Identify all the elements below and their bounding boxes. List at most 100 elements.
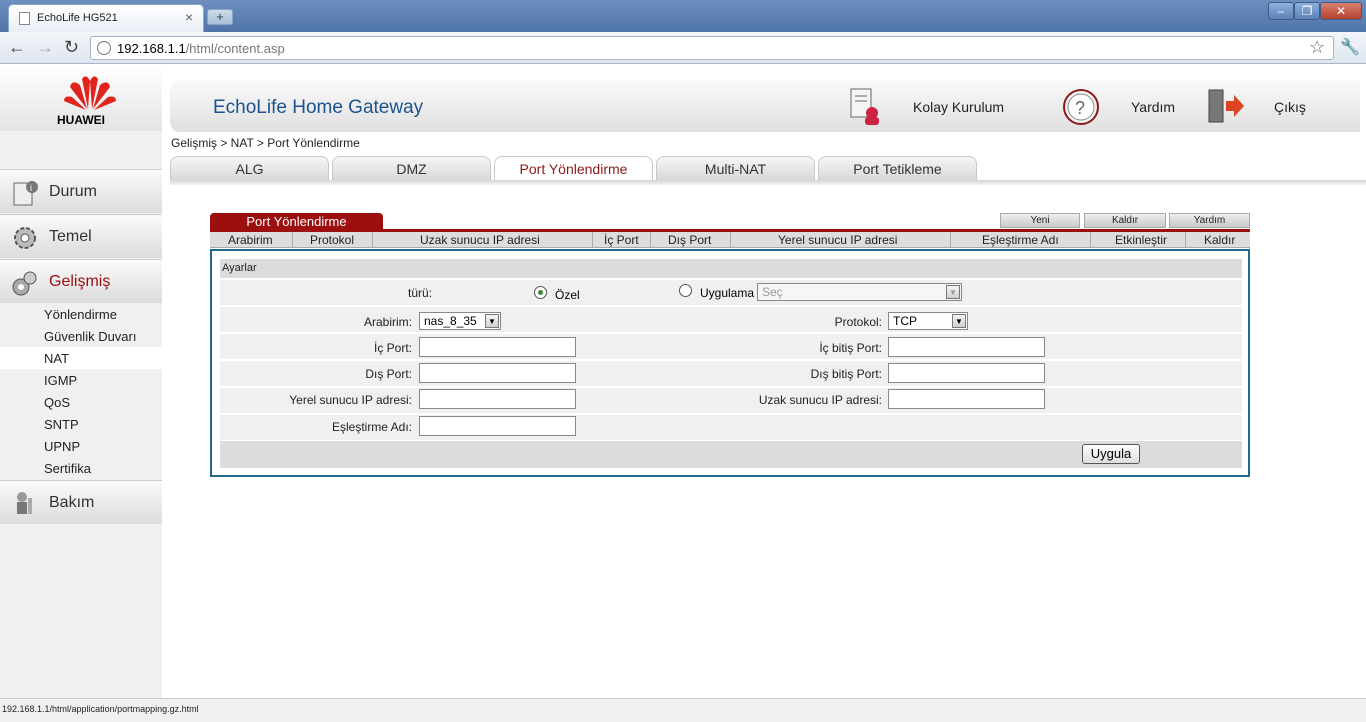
nav-gelismis[interactable]: Gelişmiş [0,259,162,303]
globe-icon [97,41,111,55]
status-doc-icon: i [13,181,38,206]
sub-nat[interactable]: NAT [44,351,69,366]
tab-close-icon[interactable]: × [185,9,193,25]
svg-text:i: i [30,183,32,193]
custom-radio-label: Özel [555,288,580,302]
logout-link[interactable]: Çıkış [1274,99,1306,115]
interface-select-value: nas_8_35 [424,314,477,328]
sub-yonlendirme[interactable]: Yönlendirme [44,307,117,322]
minimize-button[interactable]: – [1268,2,1294,20]
protocol-select-value: TCP [893,314,917,328]
outer-port-input[interactable] [419,363,576,383]
url-text: 192.168.1.1/html/content.asp [117,41,285,56]
logout-door-icon[interactable] [1206,88,1246,124]
application-select[interactable]: Seç ▼ [757,283,962,301]
tab-port-tetikleme[interactable]: Port Tetikleme [818,156,977,180]
nav-durum-label: Durum [49,183,98,200]
remote-ip-input[interactable] [888,389,1045,409]
forward-icon[interactable]: → [36,37,54,58]
browser-toolbar: ← → ↻ 192.168.1.1/html/content.asp ☆ 🔧 [0,32,1366,64]
help-link[interactable]: Yardım [1131,99,1175,115]
window-close-button[interactable]: ✕ [1320,2,1362,20]
col-separator [592,232,593,248]
remove-button[interactable]: Kaldır [1084,213,1166,228]
huawei-petals-icon [64,76,116,110]
protocol-label: Protokol: [834,315,882,329]
inner-end-port-input[interactable] [888,337,1045,357]
col-separator [292,232,293,248]
type-label: türü: [407,286,432,300]
new-tab-button[interactable]: + [207,9,233,25]
breadcrumb: Gelişmiş > NAT > Port Yönlendirme [171,136,360,150]
help-button[interactable]: Yardım [1169,213,1250,228]
maintenance-icon [17,492,32,514]
nav-bakim[interactable]: Bakım [0,480,162,524]
outer-port-row: Dış Port: Dış bitiş Port: [220,361,1242,387]
interface-select[interactable]: nas_8_35 ▼ [419,312,501,330]
tab-alg[interactable]: ALG [170,156,329,180]
col-dis-port: Dış Port [668,233,712,247]
col-eslestirme: Eşleştirme Adı [982,233,1059,247]
local-ip-label: Yerel sunucu IP adresi: [289,393,412,407]
sub-guvenlik-duvari[interactable]: Güvenlik Duvarı [44,329,136,344]
application-radio[interactable] [679,284,692,297]
svg-text:?: ? [1075,98,1085,118]
section-title: Port Yönlendirme [210,213,383,230]
chevron-down-icon: ▼ [946,285,960,299]
nav-temel-label: Temel [49,228,92,245]
address-bar[interactable]: 192.168.1.1/html/content.asp ☆ [90,36,1334,60]
page-title: EchoLife Home Gateway [213,97,424,118]
col-arabirim: Arabirim [228,233,273,247]
tab-multi-nat[interactable]: Multi-NAT [656,156,815,180]
sub-upnp[interactable]: UPNP [44,439,80,454]
interface-row: Arabirim: nas_8_35 ▼ Protokol: TCP ▼ [220,307,1242,333]
col-yerel-ip: Yerel sunucu IP adresi [778,233,898,247]
nav-temel[interactable]: Temel [0,214,162,258]
settings-title: Ayarlar [222,262,257,274]
outer-port-label: Dış Port: [365,367,412,381]
url-host: 192.168.1.1 [117,41,186,56]
col-uzak-ip: Uzak sunucu IP adresi [420,233,540,247]
new-button[interactable]: Yeni [1000,213,1080,228]
chevron-down-icon: ▼ [485,314,499,328]
nav-durum[interactable]: i Durum [0,169,162,213]
tab-underline [170,180,1366,185]
local-ip-input[interactable] [419,389,576,409]
reload-icon[interactable]: ↻ [64,37,79,58]
nav-bakim-label: Bakım [49,494,95,511]
maximize-button[interactable]: ❐ [1294,2,1320,20]
col-etkinlestir: Etkinleştir [1115,233,1168,247]
status-url: 192.168.1.1/html/application/portmapping… [2,704,199,714]
apply-button[interactable]: Uygula [1082,444,1140,464]
nav-gelismis-label: Gelişmiş [49,273,111,290]
custom-radio[interactable] [534,286,547,299]
help-icon[interactable]: ? [1061,87,1101,127]
sub-sntp[interactable]: SNTP [44,417,79,432]
tab-dmz[interactable]: DMZ [332,156,491,180]
protocol-select[interactable]: TCP ▼ [888,312,968,330]
tab-title: EchoLife HG521 [37,12,118,24]
brand-name: HUAWEI [57,113,105,127]
inner-port-row: İç Port: İç bitiş Port: [220,334,1242,360]
sub-igmp[interactable]: IGMP [44,373,77,388]
mapping-name-input[interactable] [419,416,576,436]
outer-end-port-input[interactable] [888,363,1045,383]
gateway-header: EchoLife Home Gateway Kolay Kurulum ? Ya… [170,80,1360,132]
browser-tab[interactable]: EchoLife HG521 × [8,4,204,32]
col-ic-port: İç Port [604,233,639,247]
type-row: türü: Özel Uygulama Seç ▼ [220,280,1242,306]
bookmark-star-icon[interactable]: ☆ [1309,37,1325,58]
quick-setup-icon[interactable] [848,87,884,127]
sub-qos[interactable]: QoS [44,395,70,410]
inner-port-input[interactable] [419,337,576,357]
selected-subitem-highlight [0,347,162,369]
sub-sertifika[interactable]: Sertifika [44,461,91,476]
chevron-down-icon: ▼ [952,314,966,328]
window-titlebar: EchoLife HG521 × + – ❐ ✕ [0,0,1366,32]
col-separator [372,232,373,248]
tab-port-yonlendirme[interactable]: Port Yönlendirme [494,156,653,181]
wrench-icon[interactable]: 🔧 [1340,37,1360,57]
quick-setup-link[interactable]: Kolay Kurulum [913,99,1004,115]
back-icon[interactable]: ← [8,37,26,58]
inner-end-port-label: İç bitiş Port: [819,341,882,355]
